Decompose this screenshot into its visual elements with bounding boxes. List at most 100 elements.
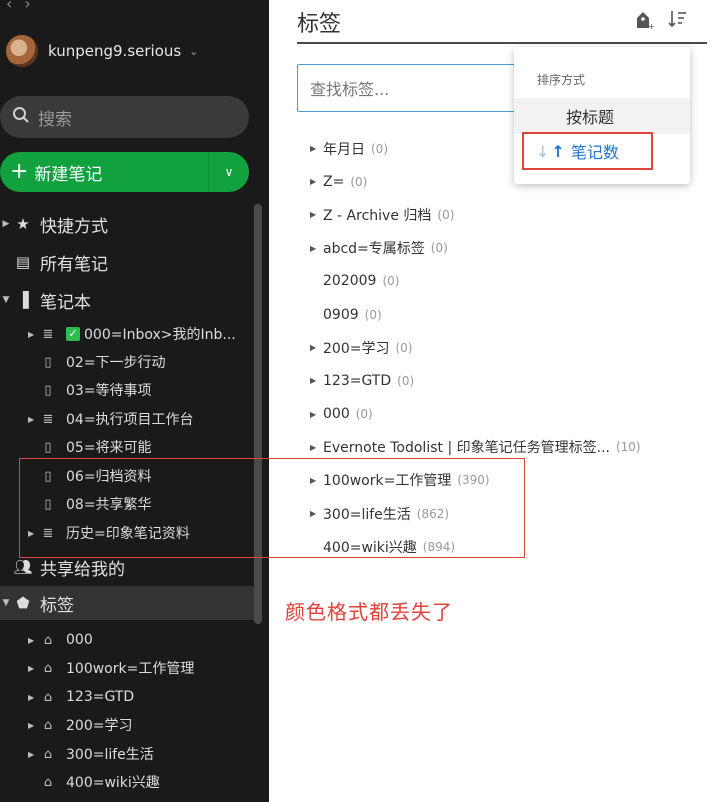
sidebar-item-label: 笔记本 bbox=[40, 292, 91, 313]
tag-row-count: (0) bbox=[430, 241, 448, 256]
tag-row[interactable]: ▶ Z - Archive 归档 (0) bbox=[310, 198, 710, 231]
expand-icon[interactable]: ▶ bbox=[28, 750, 40, 759]
tag-row[interactable]: ▶ 000 (0) bbox=[310, 398, 710, 431]
notebook-icon: ▯ bbox=[44, 468, 52, 484]
account-switcher[interactable]: kunpeng9.serious ⌄ bbox=[6, 34, 198, 68]
sidebar-item-notebooks[interactable]: ▼ ▐ 笔记本 bbox=[0, 283, 262, 317]
expand-icon[interactable]: ▶ bbox=[310, 177, 323, 186]
plus-icon: + bbox=[10, 159, 29, 184]
expand-icon[interactable]: ▶ bbox=[310, 343, 323, 352]
expand-icon[interactable]: ▶ bbox=[310, 443, 323, 452]
expand-icon[interactable]: ▶ bbox=[28, 636, 40, 645]
sidebar-item-tags[interactable]: ▼ ⬟ 标签 bbox=[0, 586, 262, 620]
tag-row[interactable]: ▶ 300=life生活 (862) bbox=[310, 497, 710, 530]
tag-row[interactable]: ▶ 100work=工作管理 (390) bbox=[310, 464, 710, 497]
notebook-item[interactable]: ▶ ≣ 历史=印象笔记资料 bbox=[28, 519, 190, 547]
svg-text:+: + bbox=[648, 22, 654, 30]
notebook-item[interactable]: ▯ 02=下一步行动 bbox=[40, 348, 165, 376]
sidebar-item-label: 所有笔记 bbox=[40, 254, 108, 275]
new-note-main[interactable]: + 新建笔记 bbox=[0, 152, 208, 192]
expand-icon[interactable]: ▶ bbox=[0, 219, 12, 229]
tag-label: 300=life生活 bbox=[66, 747, 154, 763]
notebook-item[interactable]: ▶ ≣ 04=执行项目工作台 bbox=[28, 405, 194, 433]
find-tag-input[interactable]: 查找标签... bbox=[297, 64, 527, 112]
checkbox-icon: ✓ bbox=[66, 327, 80, 341]
notebook-label: 历史=印象笔记资料 bbox=[66, 526, 190, 542]
tag-row-label: 200=学习 bbox=[323, 340, 390, 357]
sort-by-note-count-option[interactable]: ↓ ↑ 笔记数 bbox=[522, 132, 653, 170]
expand-icon[interactable]: ▶ bbox=[310, 476, 323, 485]
collapse-icon[interactable]: ▼ bbox=[0, 295, 12, 305]
expand-icon[interactable]: ▶ bbox=[310, 210, 323, 219]
expand-icon[interactable]: ▶ bbox=[310, 244, 323, 253]
forward-icon[interactable]: › bbox=[24, 0, 42, 13]
sidebar-item-all-notes[interactable]: ▤ 所有笔记 bbox=[0, 245, 262, 279]
notebook-icon: ▯ bbox=[44, 496, 52, 512]
tag-item[interactable]: ▶ ⌂ 123=GTD bbox=[28, 683, 134, 711]
tag-item[interactable]: ▶ ⌂ 200=学习 bbox=[28, 711, 132, 739]
tag-item[interactable]: ▶ ⌂ 000 bbox=[28, 626, 93, 654]
back-icon[interactable]: ‹ bbox=[6, 0, 24, 13]
arrow-down-icon: ↓ bbox=[536, 141, 550, 161]
sidebar: ‹› kunpeng9.serious ⌄ 搜索 + 新建笔记 ∨ ▶ ★ 快捷… bbox=[0, 0, 269, 802]
tag-list: ▶ 年月日 (0) ▶ Z= (0) ▶ Z - Archive 归档 (0) ▶ abcd=… bbox=[310, 132, 710, 563]
sidebar-item-label: 共享给我的 bbox=[40, 559, 125, 580]
sidebar-scrollbar[interactable] bbox=[254, 204, 262, 624]
tag-row[interactable]: 400=wiki兴趣 (894) bbox=[310, 530, 710, 563]
tag-row[interactable]: 0909 (0) bbox=[310, 298, 710, 331]
notebook-label: 000=Inbox>我的Inb... bbox=[84, 327, 236, 343]
notebook-item[interactable]: ▯ 05=将来可能 bbox=[40, 433, 151, 461]
sort-icon[interactable] bbox=[667, 8, 689, 30]
tag-row-count: (0) bbox=[437, 207, 455, 222]
sidebar-item-label: 快捷方式 bbox=[40, 216, 108, 237]
tag-row[interactable]: ▶ 123=GTD (0) bbox=[310, 364, 710, 397]
sidebar-search[interactable]: 搜索 bbox=[0, 96, 249, 138]
tag-row-count: (0) bbox=[371, 141, 388, 156]
tag-row[interactable]: ▶ 200=学习 (0) bbox=[310, 331, 710, 364]
tag-label: 200=学习 bbox=[66, 718, 133, 734]
notebook-label: 06=归档资料 bbox=[66, 469, 152, 485]
add-tag-icon[interactable]: + bbox=[634, 10, 655, 31]
expand-icon[interactable]: ▶ bbox=[310, 144, 323, 153]
tag-row-label: 300=life生活 bbox=[323, 506, 411, 523]
expand-icon[interactable]: ▶ bbox=[28, 330, 40, 339]
tag-row-label: 100work=工作管理 bbox=[323, 473, 452, 490]
expand-icon[interactable]: ▶ bbox=[28, 721, 40, 730]
expand-icon[interactable]: ▶ bbox=[310, 410, 323, 419]
notebook-label: 03=等待事项 bbox=[66, 383, 152, 399]
collapse-icon[interactable]: ▼ bbox=[0, 598, 12, 608]
tag-row-label: Z= bbox=[323, 173, 345, 190]
tag-row-label: abcd=专属标签 bbox=[323, 241, 425, 258]
tag-item[interactable]: ▶ ⌂ 100work=工作管理 bbox=[28, 654, 194, 682]
sidebar-item-shared[interactable]: 👥︎ 共享给我的 bbox=[0, 550, 262, 584]
notebook-icon: ▐ bbox=[17, 291, 29, 309]
history-nav[interactable]: ‹› bbox=[6, 0, 43, 13]
expand-icon[interactable]: ▶ bbox=[310, 509, 323, 518]
notebook-item[interactable]: ▯ 03=等待事项 bbox=[40, 376, 152, 404]
expand-icon[interactable]: ▶ bbox=[310, 376, 323, 385]
sort-by-title-option[interactable]: 按标题 bbox=[514, 98, 690, 134]
new-note-dropdown[interactable]: ∨ bbox=[208, 152, 249, 192]
people-icon: 👥︎ bbox=[13, 558, 33, 576]
expand-icon[interactable]: ▶ bbox=[28, 415, 40, 424]
expand-icon[interactable]: ▶ bbox=[28, 664, 40, 673]
expand-icon[interactable]: ▶ bbox=[28, 693, 40, 702]
tag-row[interactable]: ▶ Evernote Todolist | 印象笔记任务管理标签... (10) bbox=[310, 431, 710, 464]
new-note-button[interactable]: + 新建笔记 ∨ bbox=[0, 152, 249, 192]
notebook-item[interactable]: ▯ 06=归档资料 bbox=[40, 462, 152, 490]
tag-label: 100work=工作管理 bbox=[66, 661, 195, 677]
sort-menu-header: 排序方式 bbox=[537, 73, 586, 87]
notebook-item[interactable]: ▯ 08=共享繁华 bbox=[40, 490, 151, 518]
tag-row[interactable]: 202009 (0) bbox=[310, 265, 710, 298]
notebook-icon: ▯ bbox=[44, 382, 52, 398]
sidebar-item-shortcuts[interactable]: ▶ ★ 快捷方式 bbox=[0, 207, 262, 241]
tag-row[interactable]: ▶ abcd=专属标签 (0) bbox=[310, 232, 710, 265]
tag-item[interactable]: ⌂ 400=wiki兴趣 bbox=[40, 768, 160, 796]
tag-item[interactable]: ▶ ⌂ 300=life生活 bbox=[28, 740, 154, 768]
header-divider bbox=[297, 42, 707, 44]
expand-icon[interactable]: ▶ bbox=[28, 529, 40, 538]
tag-icon: ⌂ bbox=[43, 746, 53, 762]
tag-row-label: 202009 bbox=[323, 273, 377, 290]
notebook-item[interactable]: ▶ ≣ ✓ 000=Inbox>我的Inb... bbox=[28, 320, 236, 348]
tag-row-count: (390) bbox=[457, 473, 490, 488]
